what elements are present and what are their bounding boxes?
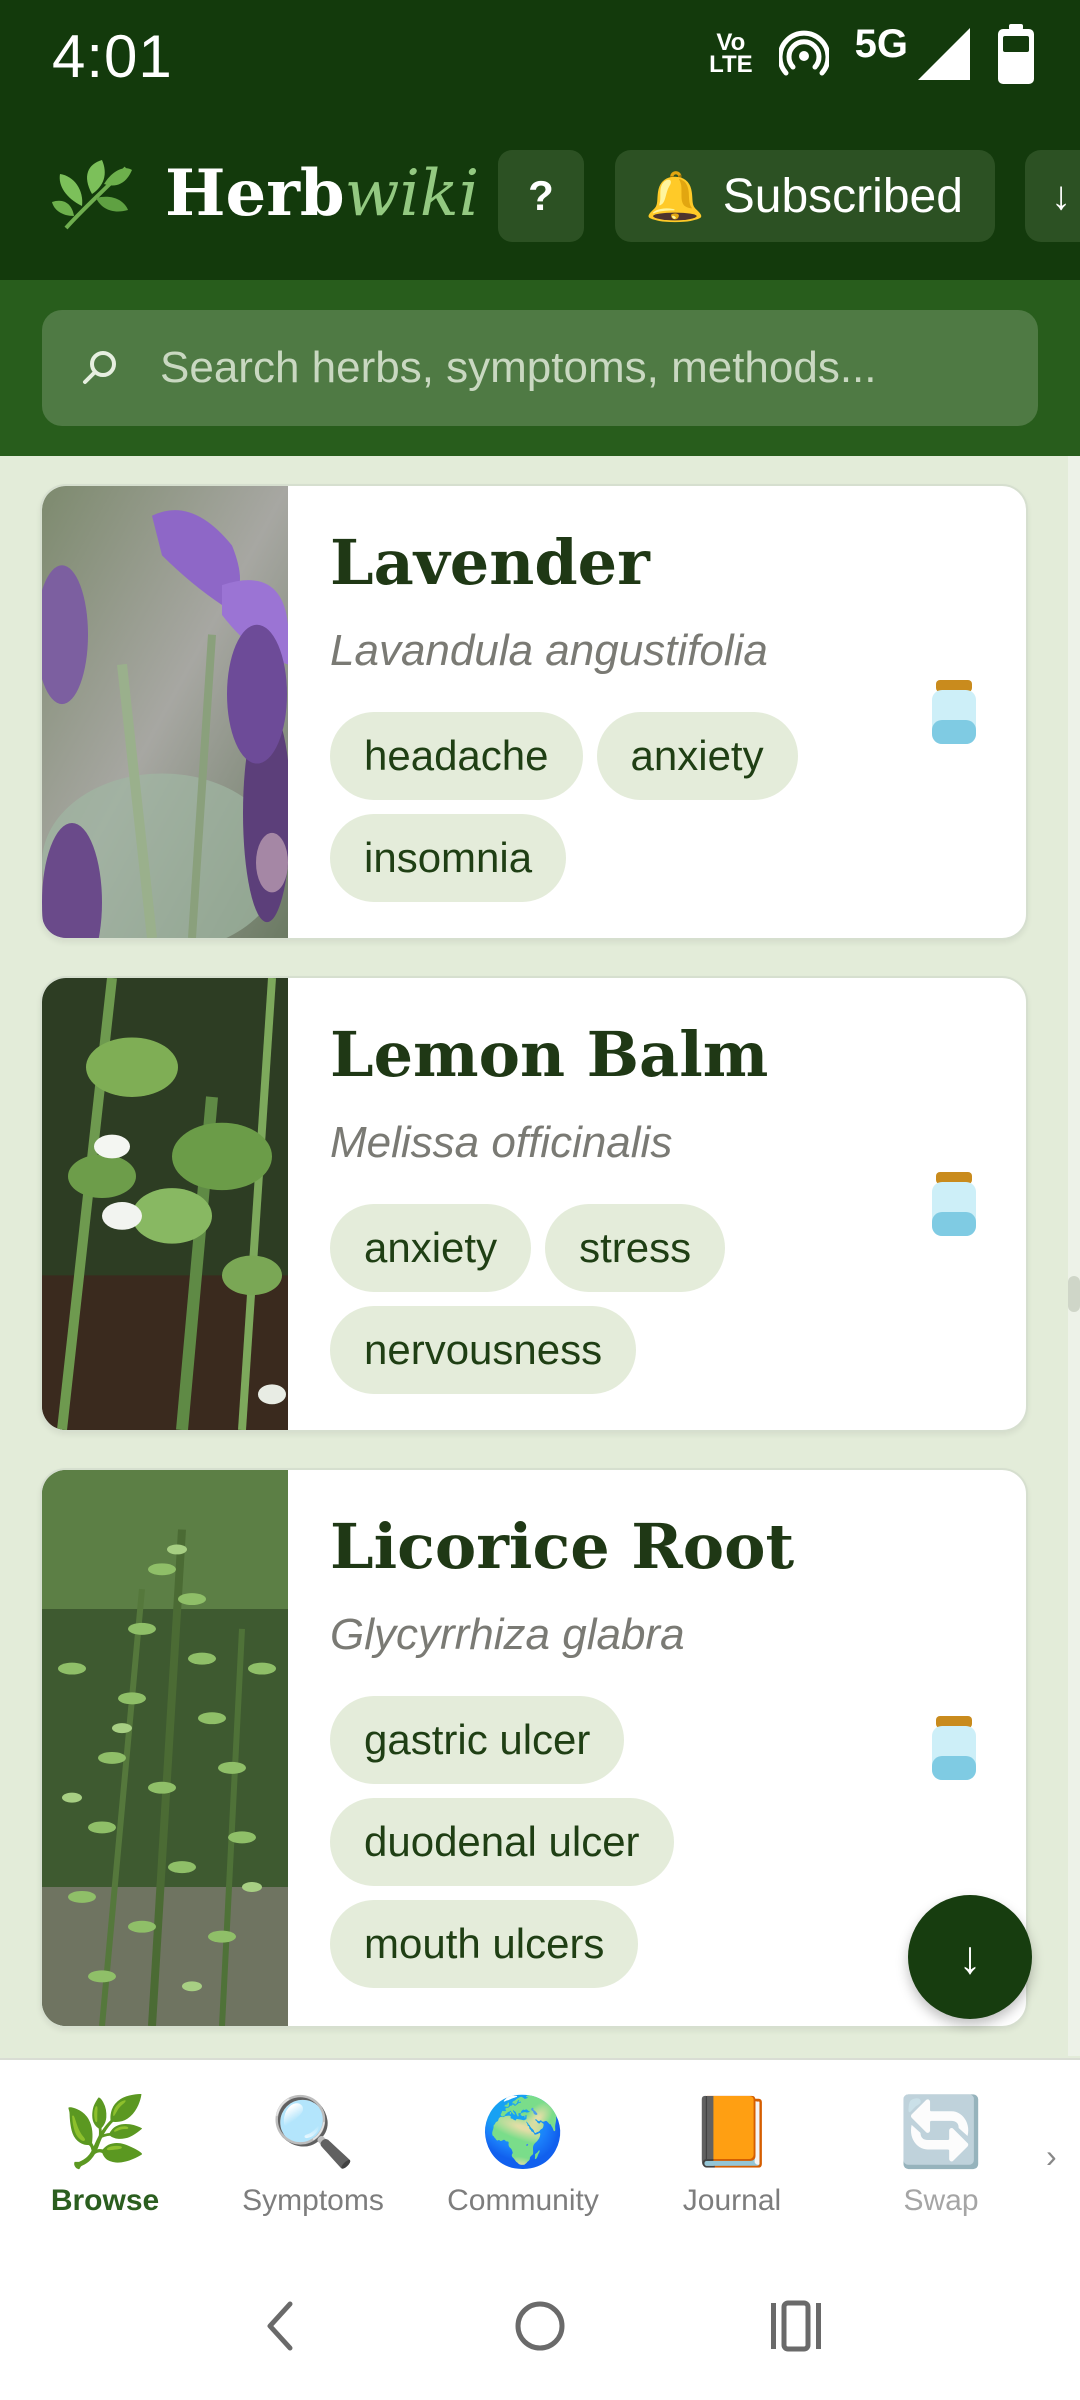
nav-label: Swap (903, 2184, 979, 2217)
symptom-tag[interactable]: gastric ulcer (330, 1696, 625, 1784)
download-button[interactable]: ↓ (1025, 150, 1080, 242)
nav-item-journal[interactable]: 📙 Journal (627, 2092, 837, 2218)
signal-icon (918, 28, 970, 80)
search-icon (83, 351, 116, 384)
lavender-photo (42, 486, 288, 938)
swap-icon: 🔄 (898, 2094, 984, 2170)
app-header: Herbwiki ? 🔔 Subscribed ↓ (0, 112, 1080, 280)
subscribed-button[interactable]: 🔔 Subscribed (615, 150, 995, 242)
nav-item-swap[interactable]: 🔄 Swap (836, 2092, 1046, 2218)
herb-latin-name: Melissa officinalis (330, 1118, 673, 1167)
symptom-tag[interactable]: nervousness (330, 1306, 637, 1394)
jar-icon[interactable] (928, 680, 980, 746)
herb-icon: 🌿 (62, 2094, 148, 2170)
nav-item-community[interactable]: 🌍 Community (418, 2092, 628, 2218)
nav-item-browse[interactable]: 🌿 Browse (0, 2092, 210, 2218)
book-icon: 📙 (689, 2094, 775, 2170)
herb-card-lemon-balm[interactable]: Lemon Balm Melissa officinalis anxiety s… (40, 976, 1028, 1432)
hotspot-icon (778, 30, 829, 76)
nav-label: Symptoms (242, 2184, 384, 2217)
herb-card-lavender[interactable]: Lavender Lavandula angustifolia headache… (40, 484, 1028, 940)
nav-label: Browse (50, 2184, 160, 2217)
licorice-root-photo (42, 1470, 288, 2026)
scroll-down-button[interactable]: ↓ (908, 1895, 1032, 2019)
search-box[interactable] (42, 310, 1038, 426)
herb-latin-name: Lavandula angustifolia (330, 626, 768, 675)
symptom-tag[interactable]: headache (330, 712, 583, 800)
herb-name: Licorice Root (330, 1510, 795, 1583)
search-band (0, 280, 1080, 456)
symptom-tag[interactable]: duodenal ulcer (330, 1798, 674, 1886)
network-type: 5G (854, 21, 908, 66)
herb-latin-name: Glycyrrhiza glabra (330, 1610, 685, 1659)
nav-label: Community (447, 2184, 599, 2217)
symptom-tags: anxiety stress nervousness (330, 1204, 890, 1394)
nav-label: Journal (682, 2184, 782, 2217)
lemon-balm-photo (42, 978, 288, 1430)
home-icon[interactable] (512, 2298, 568, 2354)
scrollbar-track[interactable] (1068, 456, 1080, 2056)
app-brand: Herbwiki (165, 156, 480, 231)
herb-card-licorice-root[interactable]: Licorice Root Glycyrrhiza glabra gastric… (40, 1468, 1028, 2028)
bell-icon: 🔔 (645, 170, 705, 224)
herb-leaf-icon (52, 160, 132, 230)
symptom-tag[interactable]: stress (545, 1204, 726, 1292)
herb-name: Lemon Balm (330, 1018, 769, 1091)
status-time: 4:01 (52, 23, 173, 90)
subscribed-label: Subscribed (722, 169, 963, 223)
symptom-tag[interactable]: insomnia (330, 814, 567, 902)
herb-name: Lavender (330, 526, 650, 599)
symptom-tag[interactable]: anxiety (596, 712, 798, 800)
status-bar: 4:01 Vo LTE 5G (0, 0, 1080, 112)
chevron-right-icon[interactable]: › (1046, 2138, 1057, 2175)
jar-icon[interactable] (928, 1172, 980, 1238)
magnifier-icon: 🔍 (270, 2094, 356, 2170)
jar-icon[interactable] (928, 1716, 980, 1782)
symptom-tags: gastric ulcer duodenal ulcer mouth ulcer… (330, 1696, 890, 1988)
volte-icon: Vo LTE (709, 29, 753, 78)
herb-list[interactable]: Lavender Lavandula angustifolia headache… (0, 456, 1080, 2056)
back-icon[interactable] (260, 2298, 300, 2354)
status-icons: Vo LTE 5G (709, 22, 1034, 86)
search-input[interactable] (160, 310, 1020, 426)
scrollbar-thumb[interactable] (1068, 1276, 1080, 1312)
symptom-tag[interactable]: anxiety (330, 1204, 532, 1292)
symptom-tags: headache anxiety insomnia (330, 712, 890, 902)
battery-icon (998, 24, 1034, 84)
symptom-tag[interactable]: mouth ulcers (330, 1900, 639, 1988)
recents-icon[interactable] (768, 2300, 824, 2352)
system-nav-bar (0, 2258, 1080, 2400)
bottom-nav: 🌿 Browse 🔍 Symptoms 🌍 Community 📙 Journa… (0, 2058, 1080, 2258)
nav-item-symptoms[interactable]: 🔍 Symptoms (208, 2092, 418, 2218)
globe-icon: 🌍 (480, 2094, 566, 2170)
help-button[interactable]: ? (498, 150, 584, 242)
